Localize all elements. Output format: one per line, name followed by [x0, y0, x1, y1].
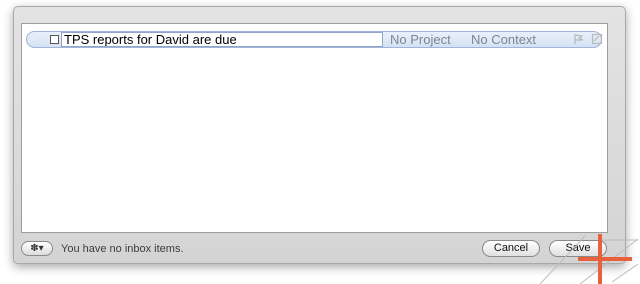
- inbox-list: TPS reports for David are due No Project…: [21, 23, 608, 233]
- corner-overlay-mark: [540, 234, 639, 284]
- footer-bar: ✽▾ You have no inbox items. Cancel Save: [21, 240, 608, 260]
- flag-icon[interactable]: [573, 33, 585, 45]
- note-icon[interactable]: [591, 33, 603, 45]
- task-context[interactable]: No Context: [471, 32, 536, 47]
- task-project[interactable]: No Project: [390, 32, 451, 47]
- action-gear-button[interactable]: ✽▾: [21, 241, 53, 256]
- task-row[interactable]: TPS reports for David are due No Project…: [26, 31, 603, 48]
- inbox-status: You have no inbox items.: [61, 243, 184, 255]
- cancel-button[interactable]: Cancel: [482, 240, 540, 257]
- task-title-field[interactable]: TPS reports for David are due: [61, 32, 383, 47]
- task-checkbox[interactable]: [50, 35, 59, 44]
